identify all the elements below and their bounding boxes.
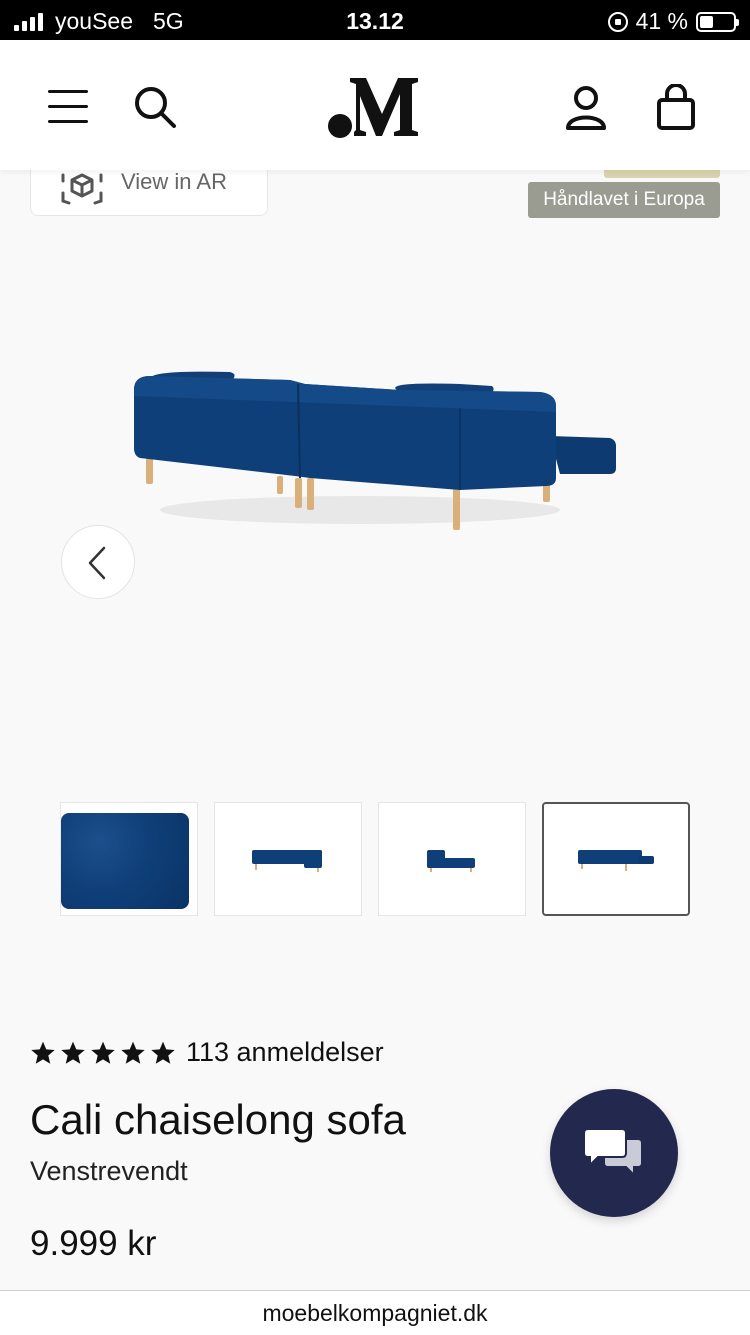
brand-logo[interactable] bbox=[326, 72, 426, 140]
thumbnail-side[interactable] bbox=[378, 802, 526, 916]
handmade-badge: Håndlavet i Europa bbox=[528, 182, 720, 218]
chevron-left-icon bbox=[88, 546, 106, 580]
star-icon bbox=[91, 1041, 115, 1064]
sofa-leg bbox=[453, 486, 460, 530]
sofa-thumbnail-image bbox=[578, 850, 654, 871]
shopping-bag-icon[interactable] bbox=[654, 84, 698, 132]
thumbnail-front[interactable] bbox=[214, 802, 362, 916]
sofa-leg bbox=[277, 476, 283, 494]
search-icon[interactable] bbox=[132, 84, 178, 130]
site-header bbox=[0, 40, 750, 170]
thumbnail-back[interactable] bbox=[542, 802, 690, 916]
product-title: Cali chaiselong sofa bbox=[30, 1096, 406, 1143]
thumbnail-strip bbox=[60, 802, 700, 918]
star-icon bbox=[61, 1041, 85, 1064]
rating-row[interactable]: 113 anmeldelser bbox=[30, 1037, 384, 1068]
browser-url-bar[interactable]: moebelkompagniet.dk bbox=[0, 1290, 750, 1335]
previous-image-button[interactable] bbox=[61, 525, 135, 599]
chat-button[interactable] bbox=[550, 1089, 678, 1217]
product-price: 9.999 kr bbox=[30, 1224, 157, 1263]
ar-cube-icon bbox=[61, 173, 103, 205]
star-icon bbox=[151, 1041, 175, 1064]
orientation-lock-icon bbox=[607, 11, 628, 32]
review-count[interactable]: 113 anmeldelser bbox=[186, 1037, 384, 1068]
star-rating bbox=[30, 1040, 176, 1066]
battery-percent: 41 % bbox=[635, 8, 688, 34]
status-bar: youSee 5G 13.12 41 % bbox=[0, 0, 750, 40]
battery-icon bbox=[696, 11, 739, 32]
star-icon bbox=[121, 1041, 145, 1064]
chat-bubbles-icon bbox=[583, 1128, 643, 1178]
account-icon[interactable] bbox=[564, 84, 608, 132]
thumbnail-fabric[interactable] bbox=[60, 802, 198, 916]
sofa-leg bbox=[295, 478, 302, 508]
sofa-thumbnail-image bbox=[427, 850, 475, 872]
star-icon bbox=[31, 1041, 55, 1064]
sofa-leg bbox=[146, 458, 153, 484]
product-image[interactable] bbox=[120, 350, 630, 550]
product-variant: Venstrevendt bbox=[30, 1156, 188, 1186]
sofa-thumbnail-image bbox=[252, 850, 322, 872]
menu-icon[interactable] bbox=[48, 88, 88, 124]
ar-label: View in AR bbox=[121, 169, 227, 194]
fabric-swatch bbox=[61, 813, 189, 909]
sofa-leg bbox=[307, 478, 314, 510]
